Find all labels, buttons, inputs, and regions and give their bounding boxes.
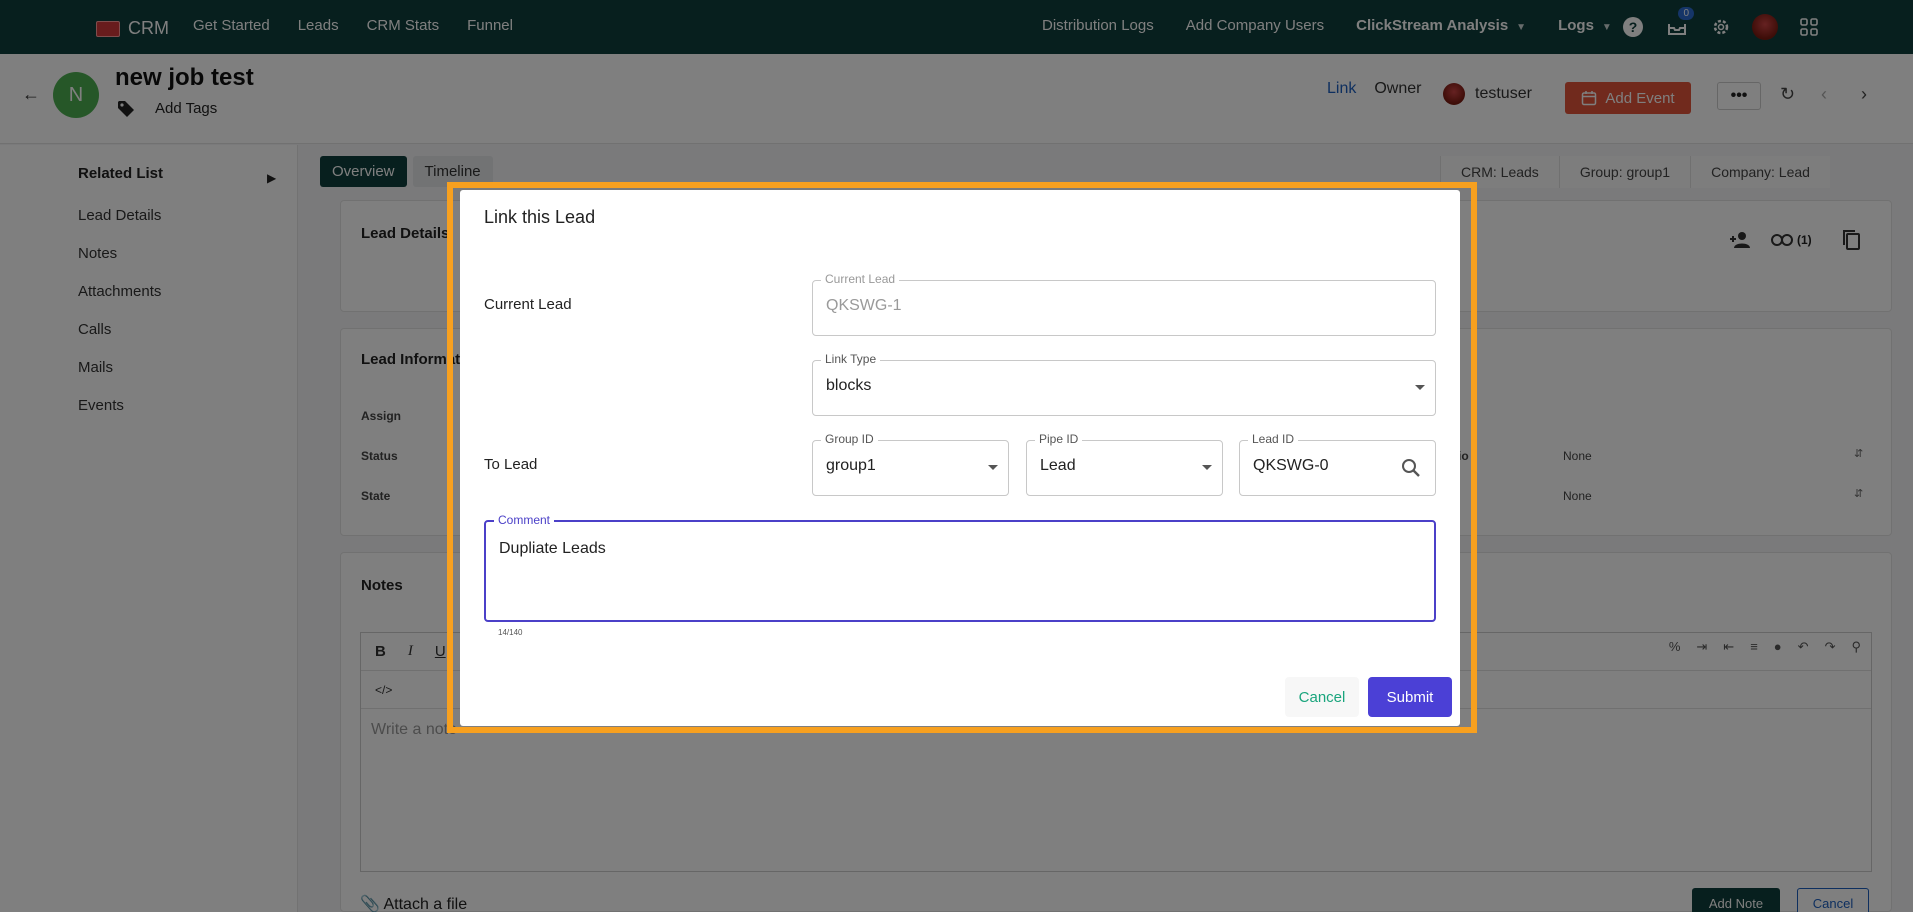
dialog-title: Link this Lead xyxy=(484,207,596,227)
current-lead-label: Current Lead xyxy=(484,296,572,313)
character-counter: 14/140 xyxy=(498,628,523,637)
comment-value: Dupliate Leads xyxy=(499,540,606,557)
link-type-value: blocks xyxy=(826,377,872,394)
lead-id-legend: Lead ID xyxy=(1248,432,1299,446)
group-id-value: group1 xyxy=(826,457,876,474)
comment-textarea[interactable]: Comment Dupliate Leads xyxy=(484,513,1436,622)
submit-button[interactable]: Submit xyxy=(1368,677,1452,717)
link-type-select[interactable]: Link Type blocks xyxy=(812,352,1436,416)
group-id-select[interactable]: Group ID group1 xyxy=(812,432,1009,496)
group-id-legend: Group ID xyxy=(821,432,878,446)
link-type-legend: Link Type xyxy=(821,352,881,366)
link-lead-dialog: Link this Lead Current Lead Current Lead… xyxy=(460,190,1460,726)
current-lead-field: Current Lead QKSWG-1 xyxy=(812,272,1436,336)
lead-id-field[interactable]: Lead ID QKSWG-0 xyxy=(1239,432,1436,496)
pipe-id-value: Lead xyxy=(1040,457,1076,474)
cancel-button[interactable]: Cancel xyxy=(1285,677,1359,717)
chevron-down-icon xyxy=(1415,385,1425,390)
pipe-id-legend: Pipe ID xyxy=(1035,432,1083,446)
search-icon[interactable] xyxy=(1401,458,1421,478)
comment-legend: Comment xyxy=(494,513,555,527)
to-lead-label: To Lead xyxy=(484,456,538,473)
current-lead-value: QKSWG-1 xyxy=(826,297,902,314)
lead-id-value: QKSWG-0 xyxy=(1253,457,1329,474)
chevron-down-icon xyxy=(1202,465,1212,470)
current-lead-legend: Current Lead xyxy=(821,272,900,286)
pipe-id-select[interactable]: Pipe ID Lead xyxy=(1026,432,1223,496)
chevron-down-icon xyxy=(988,465,998,470)
